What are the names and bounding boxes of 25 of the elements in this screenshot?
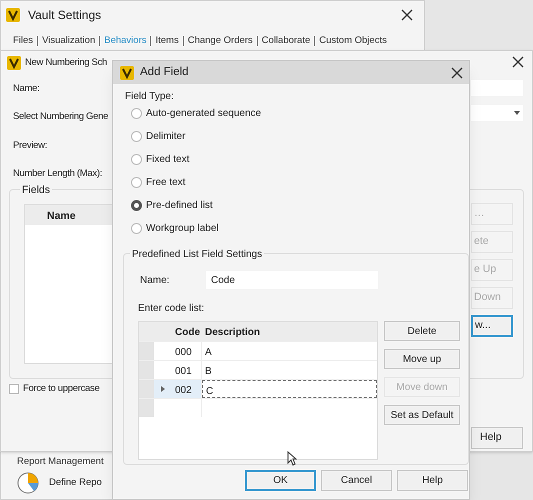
field-label: Name: bbox=[13, 82, 40, 96]
table-cell: 001 bbox=[172, 361, 202, 379]
radio-label: Delimiter bbox=[146, 130, 186, 144]
column-header: Code bbox=[174, 326, 201, 340]
group-title: Predefined List Field Settings bbox=[130, 247, 264, 262]
list-label: Enter code list: bbox=[138, 303, 204, 314]
table-cell: 000 bbox=[172, 342, 202, 360]
radio-label: Workgroup label bbox=[146, 222, 219, 236]
table-cell: 002 bbox=[172, 380, 202, 398]
column-header: Name bbox=[47, 209, 76, 224]
column-header: Description bbox=[204, 326, 260, 340]
field-label: Select Numbering Gene bbox=[13, 110, 108, 124]
radio-label: Fixed text bbox=[146, 152, 190, 166]
dialog-title: Add Field bbox=[140, 64, 189, 80]
window-title: Vault Settings bbox=[28, 7, 102, 24]
radio-label: Pre-defined list bbox=[146, 198, 213, 212]
field-type-label: Field Type: bbox=[125, 90, 174, 103]
field-label: Number Length (Max): bbox=[13, 166, 102, 181]
name-label: Name: bbox=[140, 274, 170, 288]
checkbox-label: Force to uppercase bbox=[23, 382, 100, 396]
radio-label: Auto-generated sequence bbox=[146, 106, 262, 120]
section-heading: Report Management bbox=[17, 455, 104, 469]
field-label: Preview: bbox=[13, 138, 48, 152]
radio-label: Free text bbox=[146, 176, 186, 190]
window-title: New Numbering Sch bbox=[25, 56, 108, 70]
